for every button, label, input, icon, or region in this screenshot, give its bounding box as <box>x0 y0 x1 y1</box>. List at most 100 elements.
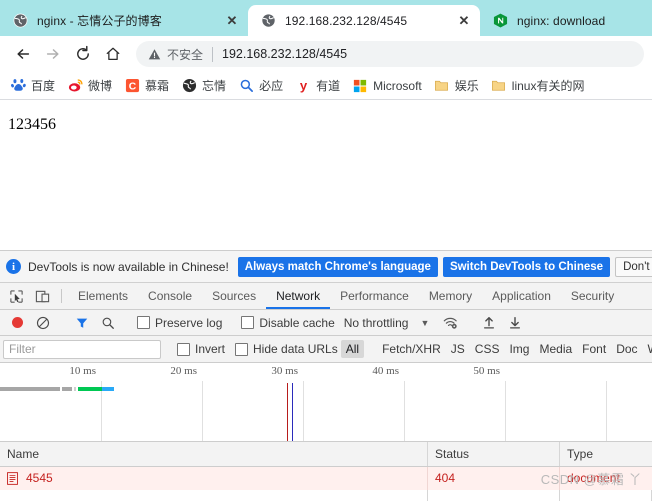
checkbox-box <box>177 342 190 356</box>
switch-devtools-language-button[interactable]: Switch DevTools to Chinese <box>442 256 611 277</box>
tab-network[interactable]: Network <box>266 283 330 309</box>
tab-strip: nginx - 忘情公子的博客 ✕ 192.168.232.128/4545 ✕ <box>0 0 652 36</box>
bookmark-label: 忘情 <box>202 79 227 93</box>
checkbox-box <box>235 342 249 356</box>
disable-cache-checkbox[interactable]: Disable cache <box>238 316 337 330</box>
column-header-name[interactable]: Name <box>0 442 428 466</box>
download-arrow-icon[interactable] <box>502 316 528 330</box>
bookmarks-bar: 百度 微博 C 慕霜 忘情 必应 y 有道 Microsoft 娱乐 linux… <box>0 72 652 100</box>
bookmark-label: 娱乐 <box>454 79 479 93</box>
svg-text:y: y <box>299 78 307 93</box>
timeline-gridline <box>303 381 304 441</box>
bookmark-baidu[interactable]: 百度 <box>4 75 61 96</box>
search-icon[interactable] <box>95 316 121 330</box>
hide-data-urls-checkbox[interactable]: Hide data URLs <box>232 342 341 356</box>
load-event-marker <box>292 383 293 441</box>
banner-message: DevTools is now available in Chinese! <box>28 259 229 274</box>
clear-icon[interactable] <box>30 316 56 330</box>
timeline-tick-label: 30 ms <box>271 365 298 377</box>
devtools-tabbar: Elements Console Sources Network Perform… <box>0 283 652 310</box>
baidu-icon <box>10 78 26 94</box>
filter-input[interactable]: Filter <box>3 339 161 359</box>
tab-performance[interactable]: Performance <box>330 283 419 309</box>
bar-segment-download <box>102 387 114 391</box>
filter-funnel-icon[interactable] <box>69 316 95 330</box>
filter-type-media[interactable]: Media <box>534 340 577 358</box>
tab-security[interactable]: Security <box>561 283 624 309</box>
tab-sources[interactable]: Sources <box>202 283 266 309</box>
bookmark-label: 慕霜 <box>145 79 170 93</box>
invert-label: Invert <box>195 342 226 356</box>
back-button[interactable] <box>8 39 38 69</box>
filter-type-css[interactable]: CSS <box>470 340 505 358</box>
filler-cell-status <box>428 490 560 501</box>
device-toolbar-icon[interactable] <box>29 283 55 309</box>
url-text[interactable]: 192.168.232.128/4545 <box>222 47 347 61</box>
filter-type-img[interactable]: Img <box>504 340 534 358</box>
browser-window: nginx - 忘情公子的博客 ✕ 192.168.232.128/4545 ✕ <box>0 0 652 504</box>
close-icon[interactable]: ✕ <box>224 13 240 29</box>
csdn-icon: C <box>124 78 140 94</box>
tab-elements[interactable]: Elements <box>68 283 138 309</box>
dont-show-again-button[interactable]: Don't show again <box>615 256 652 277</box>
not-secure-warning-icon[interactable] <box>148 48 161 61</box>
browser-tab-3[interactable]: nginx: download <box>480 5 652 36</box>
close-icon[interactable]: ✕ <box>456 13 472 29</box>
record-button[interactable] <box>4 317 30 328</box>
network-overview-timeline[interactable]: 10 ms 20 ms 30 ms 40 ms 50 ms <box>0 363 652 442</box>
column-header-status[interactable]: Status <box>428 442 560 466</box>
network-controls-toolbar: Preserve log Disable cache No throttling… <box>0 310 652 336</box>
throttling-select[interactable]: No throttling <box>344 316 409 330</box>
filter-type-fetch-xhr[interactable]: Fetch/XHR <box>377 340 446 358</box>
bookmark-label: 有道 <box>316 79 341 93</box>
forward-button[interactable] <box>38 39 68 69</box>
bookmark-folder-entertainment[interactable]: 娱乐 <box>428 75 485 96</box>
preserve-log-checkbox[interactable]: Preserve log <box>134 316 225 330</box>
table-row[interactable]: 4545 404 document <box>0 467 652 490</box>
tab-memory[interactable]: Memory <box>419 283 482 309</box>
bookmark-csdn[interactable]: C 慕霜 <box>118 75 175 96</box>
svg-text:C: C <box>128 81 136 92</box>
inspect-element-icon[interactable] <box>3 283 29 309</box>
timeline-gridline <box>202 381 203 441</box>
column-header-type[interactable]: Type <box>560 442 652 466</box>
filler-cell-name <box>0 490 428 501</box>
tab-console[interactable]: Console <box>138 283 202 309</box>
bookmark-microsoft[interactable]: Microsoft <box>346 76 428 96</box>
upload-arrow-icon[interactable] <box>476 316 502 330</box>
checkbox-box <box>241 316 255 329</box>
filter-type-ws[interactable]: WS <box>643 340 652 358</box>
globe-icon <box>260 13 276 29</box>
page-viewport: 123456 <box>0 100 652 250</box>
filter-type-font[interactable]: Font <box>577 340 611 358</box>
filter-type-all[interactable]: All <box>340 340 365 358</box>
timeline-gridline <box>606 381 607 441</box>
microsoft-icon <box>352 78 368 94</box>
home-button[interactable] <box>98 39 128 69</box>
hide-data-urls-label: Hide data URLs <box>253 342 338 356</box>
nginx-icon <box>492 13 508 29</box>
filter-type-doc[interactable]: Doc <box>611 340 642 358</box>
bookmark-youdao[interactable]: y 有道 <box>289 75 346 96</box>
bar-segment-dns <box>74 387 76 391</box>
reload-button[interactable] <box>68 39 98 69</box>
preserve-log-label: Preserve log <box>155 315 223 330</box>
bookmark-bing[interactable]: 必应 <box>232 75 289 96</box>
tab-application[interactable]: Application <box>482 283 561 309</box>
cell-name[interactable]: 4545 <box>0 467 428 490</box>
page-body-text: 123456 <box>8 116 56 133</box>
timeline-tick-label: 10 ms <box>69 365 96 377</box>
bookmark-folder-linux[interactable]: linux有关的网 <box>485 75 591 96</box>
browser-tab-1[interactable]: nginx - 忘情公子的博客 ✕ <box>0 5 248 36</box>
filter-type-js[interactable]: JS <box>446 340 470 358</box>
wifi-settings-icon[interactable] <box>437 315 463 330</box>
security-status-label: 不安全 <box>167 47 204 62</box>
browser-tab-2[interactable]: 192.168.232.128/4545 ✕ <box>248 5 480 36</box>
timeline-gridline <box>505 381 506 441</box>
bookmark-weibo[interactable]: 微博 <box>61 75 118 96</box>
chevron-down-icon[interactable]: ▼ <box>420 318 429 328</box>
bookmark-wangqing[interactable]: 忘情 <box>175 75 232 96</box>
always-match-language-button[interactable]: Always match Chrome's language <box>237 256 438 277</box>
invert-checkbox[interactable]: Invert <box>174 342 228 356</box>
address-bar[interactable]: 不安全 192.168.232.128/4545 <box>136 41 644 67</box>
